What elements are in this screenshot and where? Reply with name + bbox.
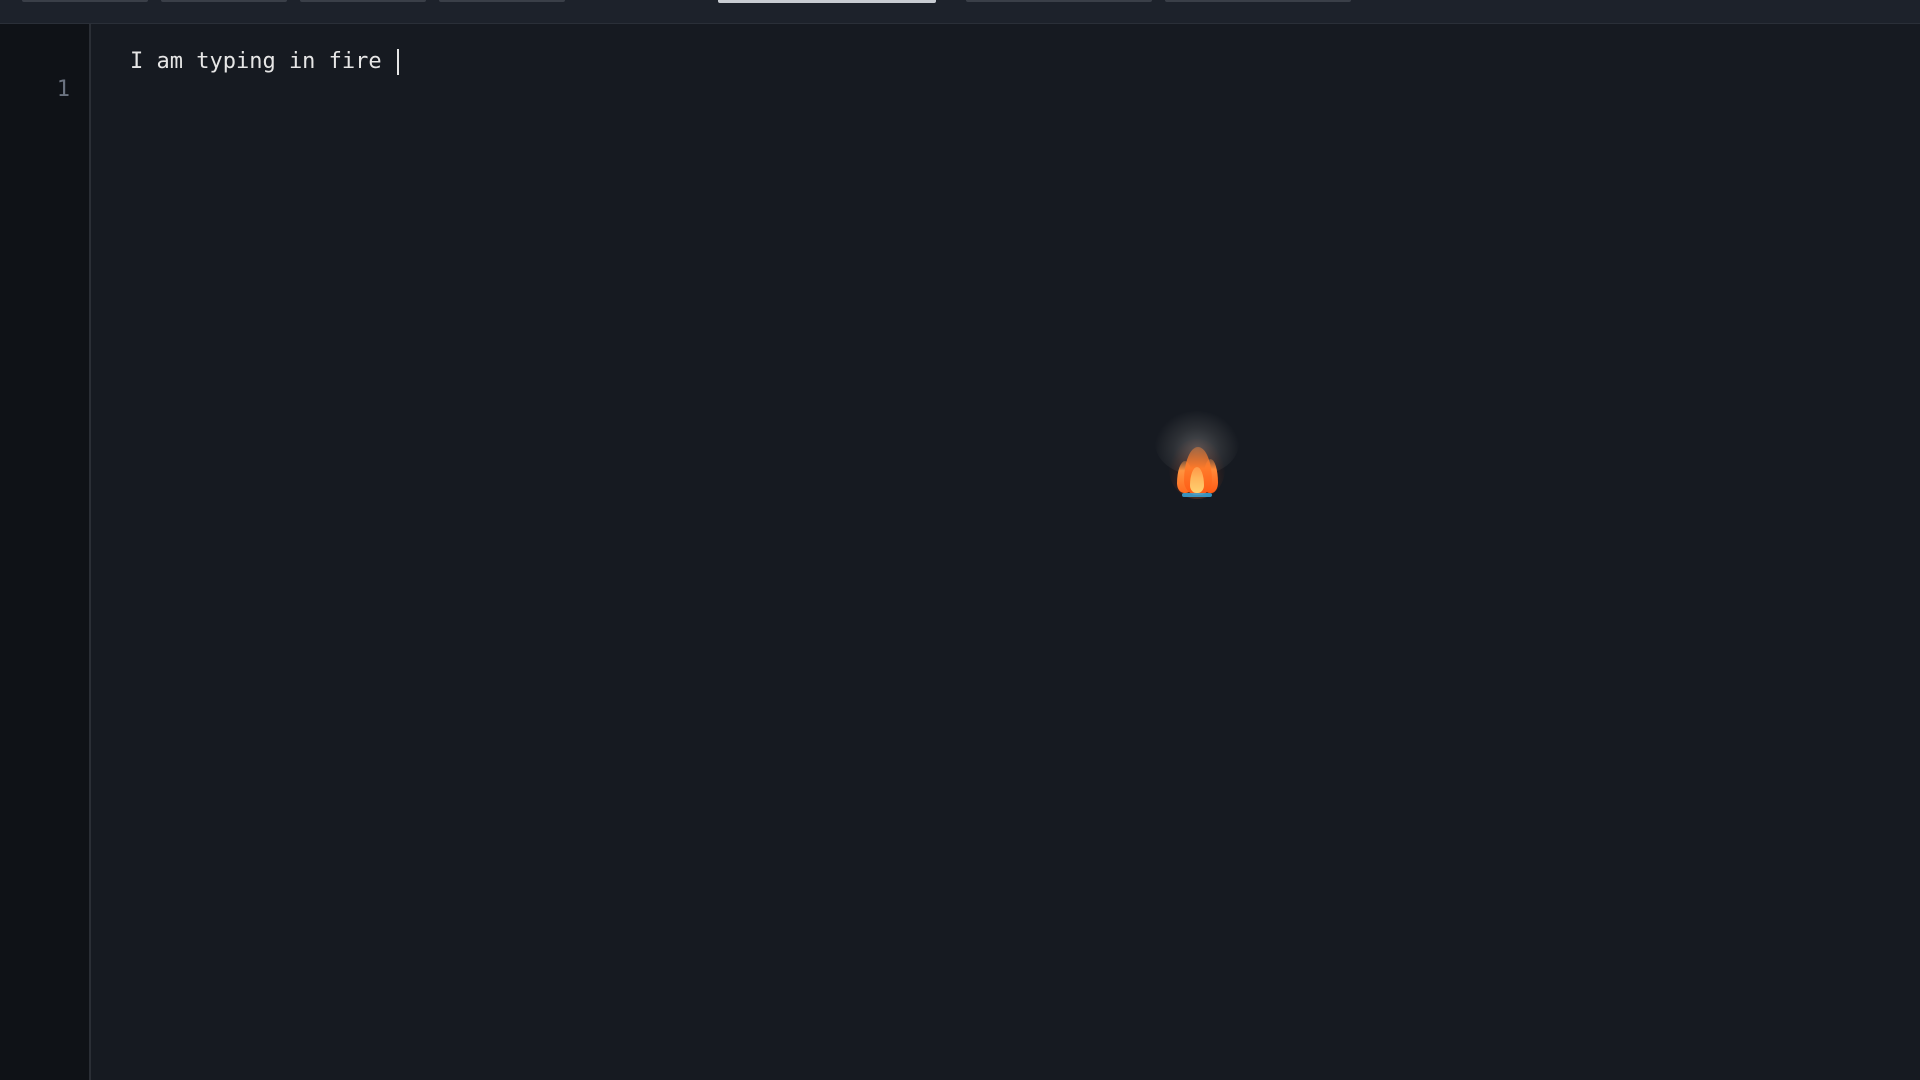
tab-active[interactable]	[718, 0, 936, 3]
tab-4[interactable]	[439, 0, 565, 2]
tab-7[interactable]	[1165, 0, 1351, 2]
tab-1[interactable]	[22, 0, 148, 2]
text-cursor	[396, 49, 399, 75]
editor-window: 1 I am typing in fire	[0, 0, 1920, 1080]
ember-base	[1182, 493, 1212, 497]
line-number: 1	[56, 77, 70, 102]
code-editor[interactable]: I am typing in fire	[92, 24, 1920, 1080]
code-line[interactable]: I am typing in fire	[130, 49, 399, 75]
code-line-text: I am typing in fire	[130, 49, 395, 74]
tab-bar	[0, 0, 1920, 24]
tab-2[interactable]	[161, 0, 287, 2]
tab-6[interactable]	[966, 0, 1152, 2]
line-number-gutter: 1	[0, 24, 91, 1080]
tab-3[interactable]	[300, 0, 426, 2]
fire-icon	[1147, 409, 1247, 509]
